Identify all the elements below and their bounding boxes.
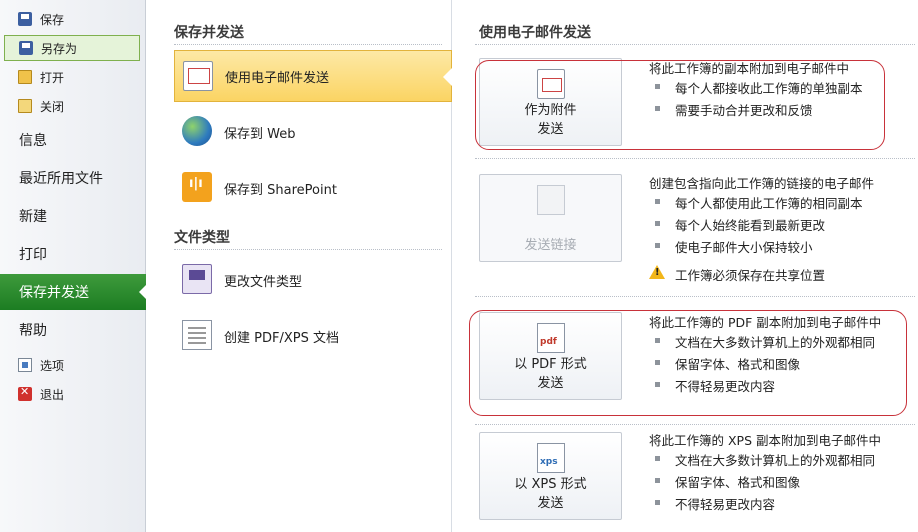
nav-open-label: 打开 <box>40 70 65 85</box>
description-lead: 将此工作簿的 XPS 副本附加到电子邮件中 <box>649 433 881 448</box>
description-bullet: 不得轻易更改内容 <box>649 494 881 516</box>
send-using-email-label: 使用电子邮件发送 <box>225 70 330 86</box>
create-pdf-xps-label: 创建 PDF/XPS 文档 <box>224 330 339 346</box>
save-send-panel: 保存并发送 使用电子邮件发送 保存到 Web 保存到 SharePoint 文件… <box>146 0 452 532</box>
save-to-sharepoint-item[interactable]: 保存到 SharePoint <box>174 162 452 214</box>
nav-recent[interactable]: 最近所用文件 <box>0 160 146 196</box>
button-label-line: 以 XPS 形式 <box>514 477 587 492</box>
description-bullet: 使电子邮件大小保持较小 <box>649 237 874 259</box>
section-title-save-send: 保存并发送 <box>174 25 244 41</box>
divider <box>475 424 915 425</box>
xps-description: 将此工作簿的 XPS 副本附加到电子邮件中 文档在大多数计算机上的外观都相同 保… <box>649 430 881 516</box>
exit-icon <box>18 385 32 401</box>
backstage-nav: 保存 另存为 打开 关闭 信息 最近所用文件 新建 打印 保存并发送 帮助 选项… <box>0 0 147 532</box>
button-label-line: 发送 <box>537 496 564 511</box>
send-using-email-item[interactable]: 使用电子邮件发送 <box>174 50 452 102</box>
button-label-line: 发送链接 <box>524 238 577 253</box>
nav-help-label: 帮助 <box>19 323 47 339</box>
nav-new[interactable]: 新建 <box>0 198 146 234</box>
nav-info-label: 信息 <box>19 133 47 149</box>
file-type-icon <box>182 264 212 294</box>
xps-icon <box>537 443 565 473</box>
nav-save-as[interactable]: 另存为 <box>4 35 140 61</box>
description-bullet: 文档在大多数计算机上的外观都相同 <box>649 450 881 472</box>
active-pointer <box>443 68 452 86</box>
divider <box>475 44 915 45</box>
folder-close-icon <box>18 99 32 113</box>
description-lead: 创建包含指向此工作簿的链接的电子邮件 <box>649 176 875 191</box>
nav-exit[interactable]: 退出 <box>4 381 140 407</box>
section-title-file-types: 文件类型 <box>174 230 230 246</box>
description-bullet: 每个人都使用此工作簿的相同副本 <box>649 193 874 215</box>
nav-print[interactable]: 打印 <box>0 236 146 272</box>
nav-recent-label: 最近所用文件 <box>19 171 103 187</box>
nav-save-send-label: 保存并发送 <box>19 285 89 301</box>
save-to-web-item[interactable]: 保存到 Web <box>174 106 452 158</box>
nav-new-label: 新建 <box>19 209 47 225</box>
email-icon <box>183 61 213 91</box>
link-document-icon <box>537 185 565 215</box>
change-file-type-label: 更改文件类型 <box>224 274 303 290</box>
options-icon <box>18 358 32 372</box>
nav-save-as-label: 另存为 <box>41 41 78 56</box>
save-to-web-label: 保存到 Web <box>224 126 296 142</box>
divider <box>174 249 442 250</box>
nav-help[interactable]: 帮助 <box>0 312 146 348</box>
nav-exit-label: 退出 <box>40 387 65 402</box>
divider <box>475 296 915 297</box>
nav-print-label: 打印 <box>19 247 47 263</box>
email-options-panel: 使用电子邮件发送 作为附件 发送 将此工作簿的副本附加到电子邮件中 每个人都接收… <box>453 0 918 532</box>
nav-options-label: 选项 <box>40 358 65 373</box>
nav-save[interactable]: 保存 <box>4 6 140 32</box>
globe-icon <box>182 116 212 146</box>
panel-title: 使用电子邮件发送 <box>479 25 591 41</box>
warning-row: 工作簿必须保存在共享位置 <box>649 265 874 287</box>
nav-options[interactable]: 选项 <box>4 352 140 378</box>
nav-info[interactable]: 信息 <box>0 122 146 158</box>
annotation-oval <box>475 60 885 150</box>
send-link-button[interactable]: 发送链接 <box>479 174 622 262</box>
nav-close[interactable]: 关闭 <box>4 93 140 119</box>
document-icon <box>182 320 212 350</box>
description-bullet: 保留字体、格式和图像 <box>649 472 881 494</box>
send-as-xps-button[interactable]: 以 XPS 形式 发送 <box>479 432 622 520</box>
save-to-sharepoint-label: 保存到 SharePoint <box>224 182 337 198</box>
change-file-type-item[interactable]: 更改文件类型 <box>174 254 452 306</box>
save-icon <box>18 12 32 26</box>
divider <box>174 44 442 45</box>
create-pdf-xps-item[interactable]: 创建 PDF/XPS 文档 <box>174 310 452 362</box>
save-as-icon <box>19 41 33 55</box>
link-description: 创建包含指向此工作簿的链接的电子邮件 每个人都使用此工作簿的相同副本 每个人始终… <box>649 173 874 287</box>
annotation-oval <box>469 310 907 416</box>
description-bullet: 每个人始终能看到最新更改 <box>649 215 874 237</box>
warning-text: 工作簿必须保存在共享位置 <box>675 268 826 283</box>
sharepoint-icon <box>182 172 212 202</box>
nav-open[interactable]: 打开 <box>4 64 140 90</box>
divider <box>475 158 915 159</box>
folder-open-icon <box>18 70 32 84</box>
nav-save-label: 保存 <box>40 12 65 27</box>
nav-save-send[interactable]: 保存并发送 <box>0 274 147 310</box>
nav-close-label: 关闭 <box>40 99 65 114</box>
warning-icon <box>649 265 665 279</box>
